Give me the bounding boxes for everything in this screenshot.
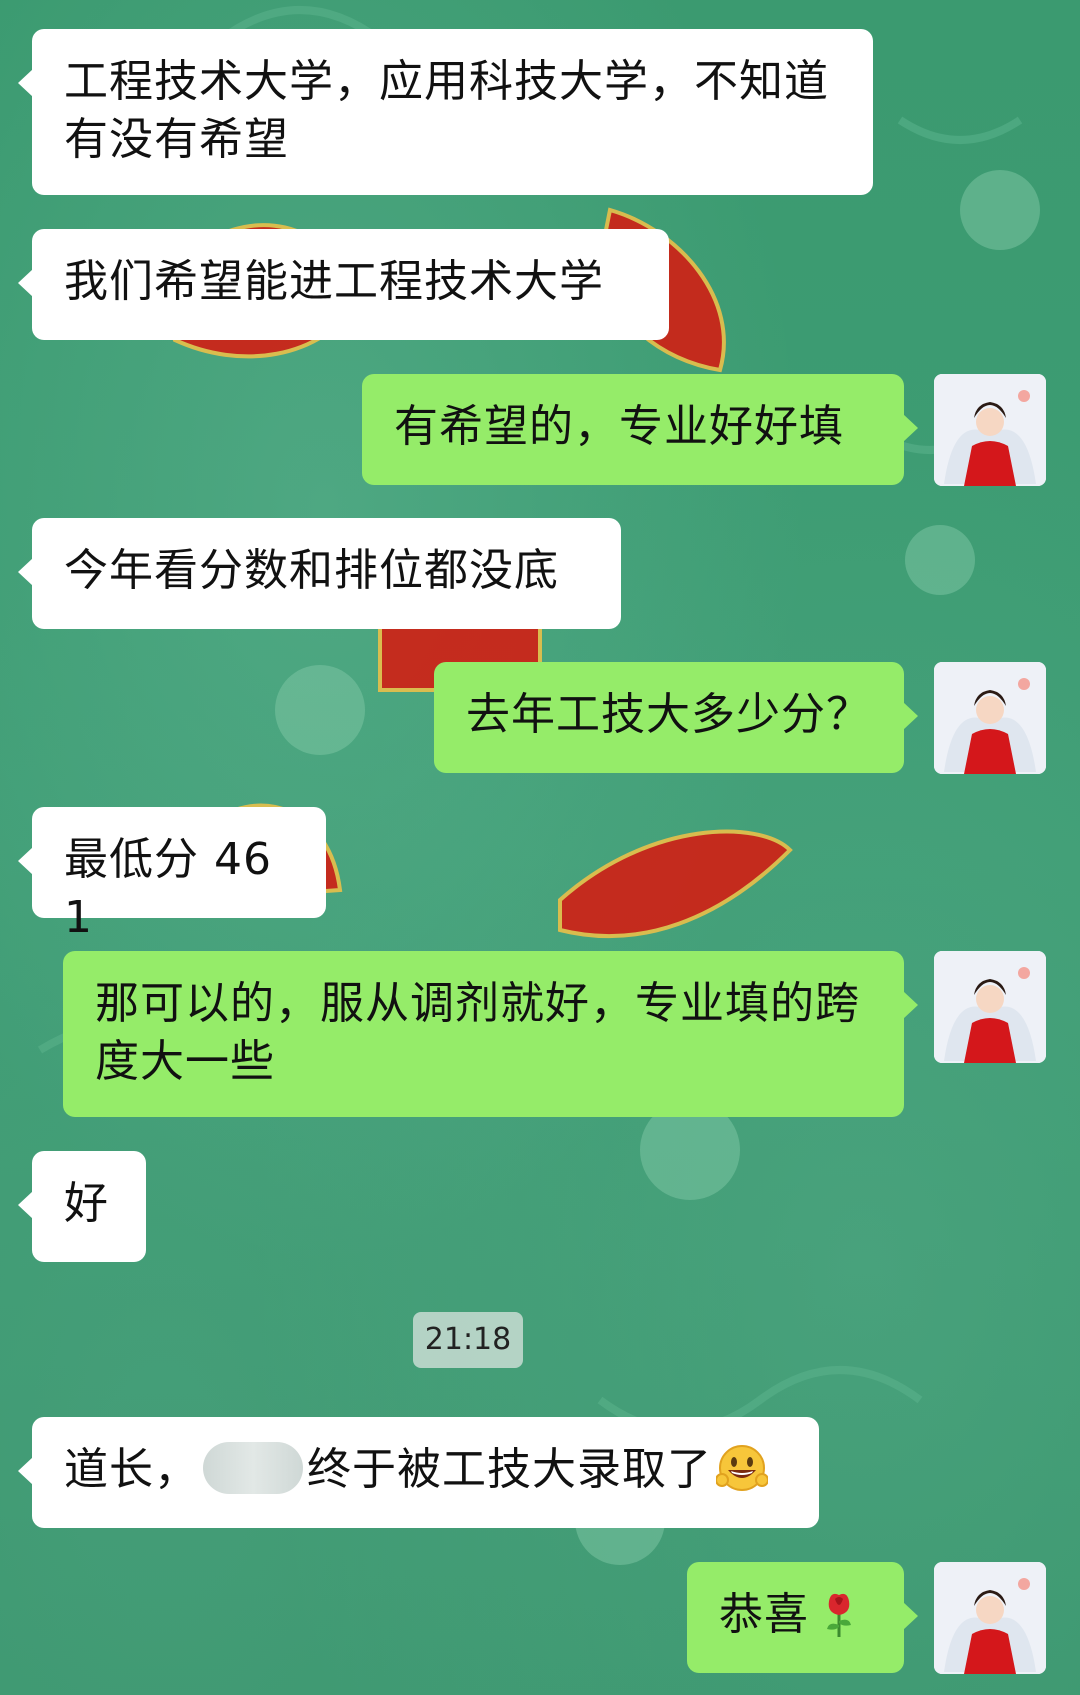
incoming-message-bubble[interactable]: 我们希望能进工程技术大学 <box>18 229 669 340</box>
message-text: 今年看分数和排位都没底 <box>64 545 559 596</box>
outgoing-message-bubble[interactable]: 那可以的，服从调剂就好，专业填的跨度大一些 <box>63 951 918 1117</box>
avatar-illustration <box>934 951 1046 1063</box>
message-text: 恭喜 <box>719 1589 809 1640</box>
message-text-before: 道长， <box>64 1444 199 1495</box>
message-text: 我们希望能进工程技术大学 <box>64 256 604 307</box>
rose-emoji <box>827 1593 851 1637</box>
outgoing-message-bubble[interactable]: 恭喜 <box>687 1562 918 1673</box>
avatar-illustration <box>934 374 1046 486</box>
incoming-message-bubble[interactable]: 今年看分数和排位都没底 <box>18 518 621 629</box>
incoming-message-bubble[interactable]: 工程技术大学，应用科技大学，不知道有没有希望 <box>18 29 873 195</box>
avatar-illustration <box>934 662 1046 774</box>
redacted-name-blur <box>203 1442 303 1494</box>
outgoing-message-bubble[interactable]: 去年工技大多少分？ <box>434 662 918 773</box>
message-text-after: 终于被工技大录取了 <box>307 1444 712 1495</box>
message-text: 那可以的，服从调剂就好，专业填的跨度大一些 <box>95 978 860 1087</box>
user-avatar[interactable] <box>934 951 1046 1063</box>
outgoing-message-bubble[interactable]: 有希望的，专业好好填 <box>362 374 918 485</box>
incoming-message-bubble[interactable]: 好 <box>18 1151 146 1262</box>
message-text: 有希望的，专业好好填 <box>394 401 844 452</box>
user-avatar[interactable] <box>934 374 1046 486</box>
message-timestamp: 21:18 <box>413 1312 523 1368</box>
incoming-message-bubble[interactable]: 最低分 461 <box>18 807 326 943</box>
avatar-illustration <box>934 1562 1046 1674</box>
grinning-face-emoji <box>716 1445 768 1491</box>
incoming-message-bubble[interactable]: 道长， 终于被工技大录取了 <box>18 1417 819 1528</box>
user-avatar[interactable] <box>934 662 1046 774</box>
user-avatar[interactable] <box>934 1562 1046 1674</box>
message-text: 工程技术大学，应用科技大学，不知道有没有希望 <box>64 56 829 165</box>
message-text: 去年工技大多少分？ <box>466 689 871 740</box>
message-text: 好 <box>64 1178 109 1229</box>
